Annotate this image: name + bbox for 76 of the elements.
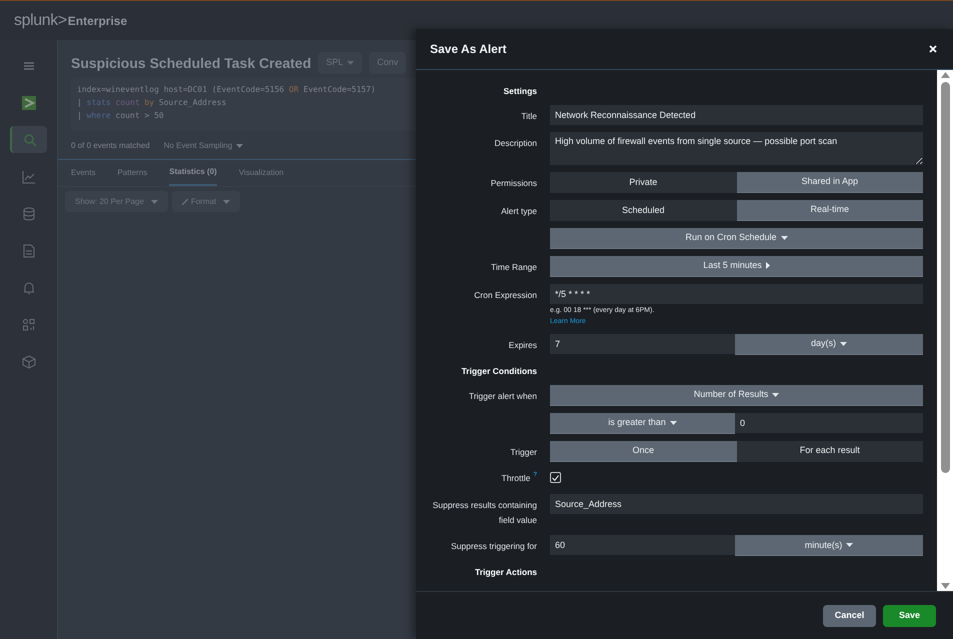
scroll-down-icon [940,583,950,589]
dropdown[interactable]: Number of Results [550,384,923,406]
field-label: Time Range [491,260,537,274]
database-icon [22,206,36,220]
scrollbar-thumb[interactable] [940,82,950,473]
field-label: Alert type [501,204,537,218]
app-logo-icon [22,96,36,110]
result-tab[interactable]: Events [71,160,96,186]
segment-option[interactable]: Scheduled [550,200,736,221]
comparison-dropdown[interactable]: is greater than [550,412,735,434]
caret-icon [772,392,780,396]
result-tab[interactable]: Patterns [117,160,148,186]
throttle-checkbox[interactable] [550,472,561,484]
text-field[interactable]: 0 [735,412,923,432]
field-label: Description [494,136,537,150]
segment-option[interactable]: Real-time [736,200,923,221]
segment-option[interactable]: For each result [736,440,923,462]
field-label: Trigger alert when [468,390,537,403]
field-label: Permissions [490,176,537,190]
product-name: Enterprise [68,12,128,30]
field-label: Suppress triggering for [451,540,537,554]
field-label: Throttle [502,472,530,484]
query-line: | stats count by Source_Address [77,97,228,109]
caret-icon [223,200,230,204]
search-icon [22,132,36,146]
document-icon [22,244,36,258]
segment-option[interactable]: Once [550,440,736,462]
text-field[interactable]: 60 [550,535,735,556]
sampling-dropdown[interactable]: No Event Sampling [164,140,244,152]
query-line: index=wineventlog host=DC01 (EventCode=5156 OR EventCode=5157) [77,84,377,96]
text-field[interactable]: Source_Address [550,494,923,514]
section-heading: Settings [503,85,537,98]
pencil-icon [182,198,188,204]
bell-icon [22,280,36,294]
result-tab[interactable]: Visualization [238,160,284,186]
unit-dropdown[interactable]: day(s) [735,334,923,355]
text-field[interactable]: 7 [550,334,735,354]
description-field[interactable]: High volume of firewall events from single source — possible port scan [550,132,923,165]
caret-icon [347,61,354,65]
segment-option[interactable]: Private [550,172,736,193]
checkmark-icon [552,474,559,481]
caret-icon [150,200,158,204]
dialog-title: Save As Alert [430,41,506,58]
line-chart-icon [22,170,36,184]
field-label: Title [521,110,537,123]
unit-dropdown[interactable]: minute(s) [735,535,923,556]
caret-icon [846,543,854,548]
cancel-button[interactable]: Cancel [823,604,876,626]
caret-right-icon [766,262,770,270]
segment-option[interactable]: Shared in App [736,172,923,193]
save-button[interactable]: Save [883,604,936,626]
section-heading: Trigger Conditions [461,364,537,378]
caret-icon [670,420,677,424]
grid-icon [22,318,36,332]
result-tab[interactable]: Statistics (0) [169,160,217,186]
logo-wordmark: splunk> [14,10,67,30]
section-heading: Trigger Actions [474,566,537,579]
field-label: Cron Expression [474,288,537,302]
dropdown[interactable]: Run on Cron Schedule [550,228,923,249]
text-field[interactable]: */5 * * * * [550,284,923,304]
caret-icon [780,236,788,240]
field-label: Expires [508,338,537,352]
time-range-picker[interactable]: Last 5 minutes [550,256,923,277]
search-title: Suspicious Scheduled Task Created [71,54,312,73]
field-label: Trigger [510,446,537,459]
close-button[interactable] [927,43,939,55]
field-label: Suppress results containing field value [432,499,537,528]
text-field[interactable]: Network Reconnaissance Detected [550,104,923,125]
scrollbar[interactable] [937,70,953,591]
caret-icon [840,342,847,346]
match-count: 0 of 0 events matched [71,140,150,152]
scroll-up-icon [940,72,950,78]
caret-icon [236,144,244,148]
query-line: | where count > 50 [77,110,165,122]
close-icon [929,45,937,53]
cube-icon [22,354,36,368]
